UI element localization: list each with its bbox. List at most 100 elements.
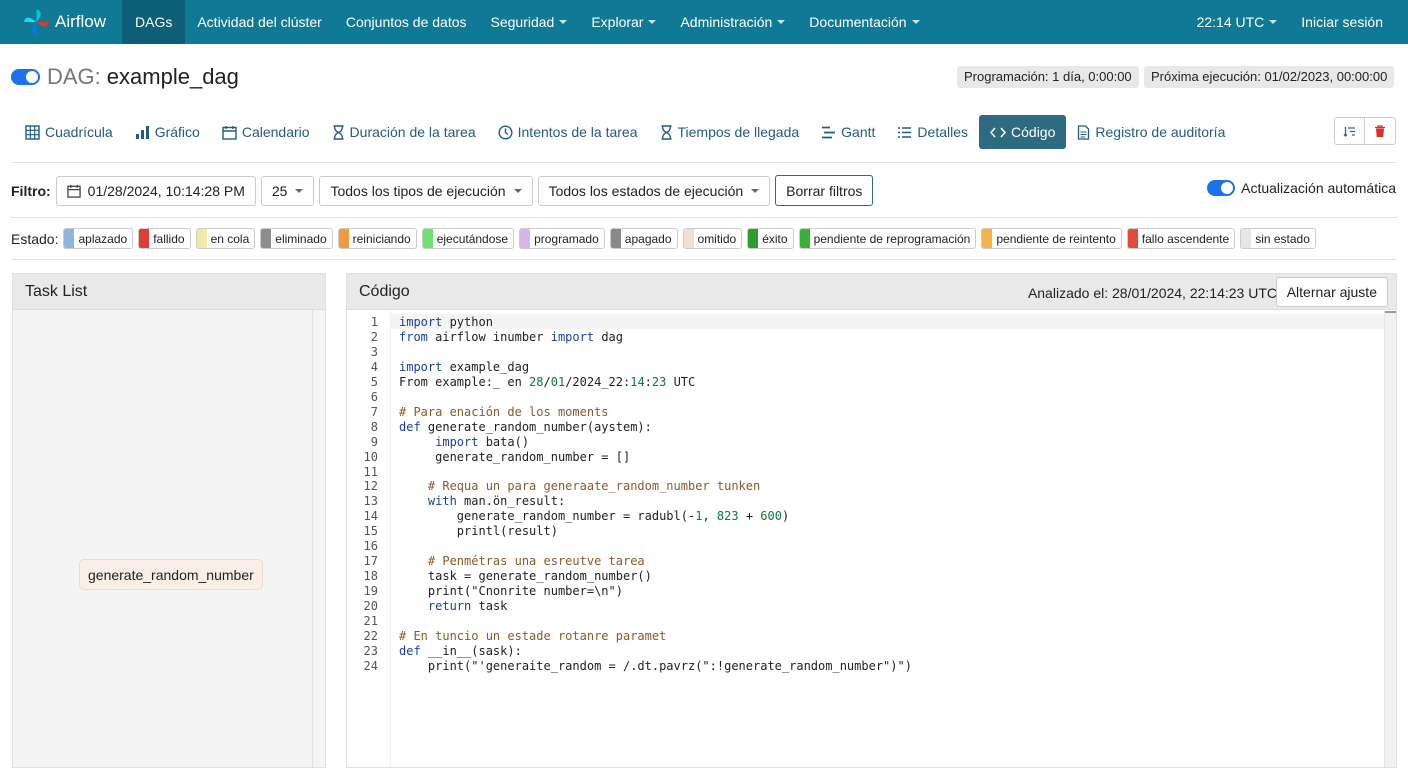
tab-details[interactable]: Detalles (886, 115, 979, 149)
calendar-icon (222, 125, 237, 140)
state-badge-label: ejecutándose (436, 231, 509, 246)
tab-landing-times[interactable]: Tiempos de llegada (649, 115, 811, 149)
line-number: 3 (370, 344, 378, 359)
code-text: # Para enación de los moments (399, 404, 609, 419)
nav-cluster-activity-label: Actividad del clúster (197, 14, 322, 30)
state-badge: sin estado (1240, 228, 1316, 249)
nav-cluster-activity[interactable]: Actividad del clúster (185, 0, 334, 44)
line-number: 1 (370, 315, 378, 329)
code-scrollbar[interactable] (1384, 311, 1396, 767)
clock-icon (498, 124, 513, 140)
code-text: import bata() (435, 434, 530, 449)
chevron-down-icon (648, 20, 657, 24)
nav-datasets-label: Conjuntos de datos (345, 14, 467, 30)
nav-browse-label: Explorar (591, 14, 644, 30)
tab-code[interactable]: Código (979, 115, 1067, 149)
parse-dag-button[interactable] (1334, 117, 1365, 145)
line-number: 8 (370, 419, 378, 434)
run-type-select[interactable]: Todos los tipos de ejecución (319, 175, 533, 206)
tab-audit-log[interactable]: Registro de auditoría (1066, 115, 1236, 149)
task-node-label: generate_random_number (88, 566, 254, 583)
tab-task-duration[interactable]: Duración de la tarea (321, 115, 487, 149)
tab-calendar[interactable]: Calendario (211, 115, 321, 149)
code-text: from airflow inumber import dag (399, 329, 623, 344)
state-swatch (520, 229, 531, 248)
code-text: generate_random_number = radubl(-1, 823 … (399, 509, 790, 524)
chevron-down-icon (513, 188, 522, 193)
nav-datasets[interactable]: Conjuntos de datos (334, 0, 479, 44)
state-badge-label: eliminado (275, 231, 327, 246)
sort-lines-icon (1343, 126, 1355, 137)
grid-icon (25, 124, 40, 140)
state-swatch (261, 229, 272, 248)
brand-name: Airflow (54, 12, 106, 31)
login-link[interactable]: Iniciar sesión (1289, 0, 1408, 44)
run-type-value: Todos los tipos de ejecución (330, 182, 506, 199)
state-swatch (422, 229, 433, 248)
chevron-down-icon (751, 188, 760, 193)
timezone-dropdown[interactable]: 22:14 UTC (1185, 0, 1290, 44)
tab-grid[interactable]: Cuadrícula (14, 115, 124, 149)
divider (11, 162, 1397, 163)
num-runs-select[interactable]: 25 (260, 175, 315, 206)
code-text: # Penmétras una esreutve tarea (399, 554, 645, 569)
code-text: task = generate_random_number() (399, 569, 652, 584)
tab-code-label: Código (1011, 124, 1056, 140)
state-swatch (799, 229, 810, 248)
state-badge-label: éxito (762, 231, 788, 246)
state-badge-label: aplazado (78, 231, 128, 246)
tab-gantt[interactable]: Gantt (810, 115, 886, 149)
trash-icon (1375, 124, 1385, 137)
code-text: def __in__(sask): (399, 643, 522, 658)
state-badge: en cola (195, 228, 256, 249)
line-number: 22 (363, 628, 378, 643)
state-swatch (982, 229, 993, 248)
state-badge: apagado (609, 228, 678, 249)
tab-audit-log-label: Registro de auditoría (1095, 124, 1226, 140)
tab-task-tries[interactable]: Intentos de la tarea (487, 115, 649, 149)
clear-filters-label: Borrar filtros (786, 182, 863, 199)
toggle-wrap-button[interactable]: Alternar ajuste (1275, 277, 1388, 307)
state-swatch (610, 229, 621, 248)
code-text: # Requa un para generaate_random_number … (399, 479, 761, 494)
state-badge-label: programado (534, 231, 599, 246)
state-badge: éxito (747, 228, 794, 249)
delete-dag-button[interactable] (1365, 117, 1396, 145)
run-state-value: Todos los estados de ejecución (548, 182, 744, 199)
gantt-icon (822, 126, 836, 138)
nav-docs-label: Documentación (809, 14, 907, 30)
airflow-logo[interactable]: Airflow (0, 0, 122, 44)
auto-refresh-label: Actualización automática (1241, 180, 1396, 196)
state-badge-label: apagado (624, 231, 672, 246)
code-text: import python (399, 315, 493, 329)
tab-graph-label: Gráfico (154, 124, 200, 140)
state-swatch (196, 229, 207, 248)
code-text: print("Cnonrite number=\n") (399, 584, 623, 599)
clear-filters-button[interactable]: Borrar filtros (775, 175, 874, 206)
task-list-title: Task List (25, 282, 88, 300)
code-viewer[interactable]: 1 import python 2 from airflow inumber impo… (347, 311, 1396, 767)
nav-docs[interactable]: Documentación (797, 0, 931, 44)
divider (11, 217, 1397, 218)
base-date-picker[interactable]: 01/28/2024, 10:14:28 PM (55, 175, 256, 206)
run-state-select[interactable]: Todos los estados de ejecución (537, 175, 771, 206)
state-label: Estado: (11, 230, 59, 247)
nav-dags[interactable]: DAGs (122, 0, 186, 44)
line-number: 2 (370, 329, 378, 344)
line-number: 5 (370, 374, 378, 389)
nav-browse[interactable]: Explorar (579, 0, 668, 44)
state-badge-label: fallido (153, 231, 185, 246)
list-icon (898, 126, 912, 138)
state-swatch (1241, 229, 1252, 248)
nav-security-label: Seguridad (490, 14, 555, 30)
task-node[interactable]: generate_random_number (79, 559, 263, 590)
next-run-badge: Próxima ejecución: 01/02/2023, 00:00:00 (1144, 66, 1395, 88)
line-number: 24 (363, 658, 378, 673)
nav-security[interactable]: Seguridad (479, 0, 580, 44)
tab-graph[interactable]: Gráfico (124, 115, 211, 149)
calendar-icon (66, 184, 81, 198)
dag-pause-toggle[interactable] (11, 69, 40, 85)
nav-admin[interactable]: Administración (668, 0, 797, 44)
auto-refresh-toggle[interactable] (1207, 180, 1236, 196)
state-swatch (338, 229, 349, 248)
